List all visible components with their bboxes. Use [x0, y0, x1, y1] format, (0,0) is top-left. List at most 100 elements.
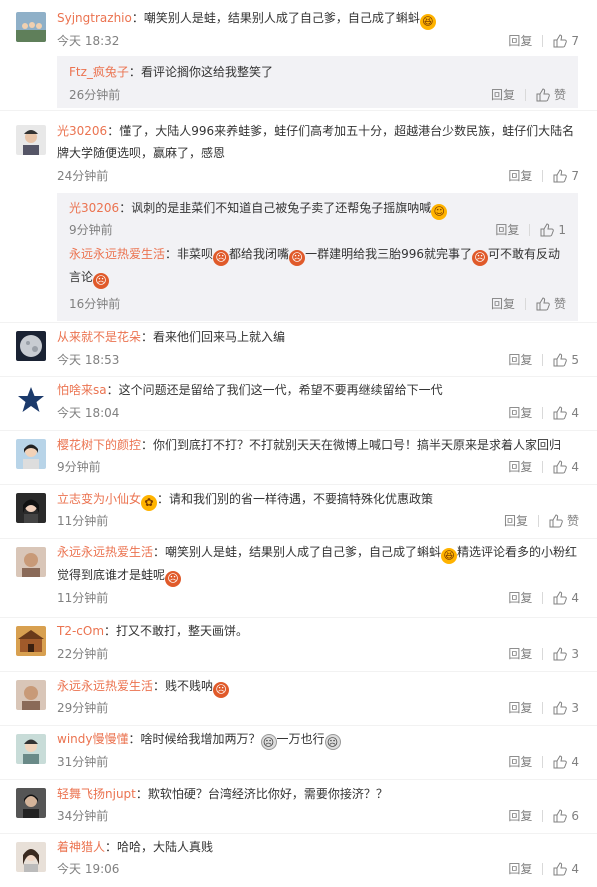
username-link[interactable]: Syjngtrazhio — [57, 11, 132, 25]
comment-item: Syjngtrazhio：嘲笑别人是蛙，结果别人成了自己爹，自己成了蝌蚪 😆 今天… — [0, 0, 597, 111]
like-button[interactable]: 4 — [553, 755, 579, 769]
thumbs-up-icon — [553, 808, 568, 822]
reply-button[interactable]: 回复 — [508, 860, 532, 877]
like-button[interactable]: 4 — [553, 591, 579, 605]
username-link[interactable]: 樱花树下的颜控 — [57, 438, 141, 452]
comment-actions: 回复 7 — [508, 167, 579, 184]
like-button[interactable]: 5 — [553, 353, 579, 367]
avatar[interactable] — [16, 734, 46, 764]
comment-actions: 回复 1 — [495, 221, 566, 238]
username-link[interactable]: 光30206 — [69, 201, 119, 215]
comment-actions: 回复 赞 — [491, 295, 566, 312]
comment-actions: 回复 7 — [508, 32, 579, 49]
username-link[interactable]: 从来就不是花朵 — [57, 330, 141, 344]
like-button[interactable]: 4 — [553, 862, 579, 876]
comment-actions: 回复 3 — [508, 645, 579, 662]
like-button[interactable]: 赞 — [536, 295, 566, 312]
reply-button[interactable]: 回复 — [508, 753, 532, 770]
username-link[interactable]: 立志变为小仙女 — [57, 492, 141, 506]
comment-time: 今天 18:04 — [57, 406, 120, 420]
like-button[interactable]: 4 — [553, 406, 579, 420]
username-link[interactable]: Ftz_疯兔子 — [69, 65, 129, 79]
avatar[interactable] — [16, 12, 46, 42]
divider — [542, 406, 544, 419]
reply-button[interactable]: 回复 — [504, 512, 528, 529]
shocked-emoji-icon: ☹ — [260, 734, 277, 750]
username-link[interactable]: 着神猎人 — [57, 840, 105, 854]
comment-text: 着神猎人：哈哈，大陆人真贱 — [57, 840, 214, 854]
comment-text: Syjngtrazhio：嘲笑别人是蛙，结果别人成了自己爹，自己成了蝌蚪 😆 — [57, 7, 579, 30]
thumbs-up-icon — [553, 352, 568, 366]
avatar[interactable] — [16, 493, 46, 523]
thumbs-up-icon — [536, 87, 550, 101]
reply-button[interactable]: 回复 — [508, 589, 532, 606]
avatar[interactable] — [16, 125, 46, 155]
reply-button[interactable]: 回复 — [508, 167, 532, 184]
like-button[interactable]: 赞 — [549, 512, 579, 529]
like-button[interactable]: 6 — [553, 809, 579, 823]
avatar[interactable] — [16, 385, 46, 415]
comment-time: 9分钟前 — [57, 460, 101, 474]
divider — [542, 169, 544, 182]
username-link[interactable]: 永远永远热爱生活 — [57, 679, 153, 693]
avatar[interactable] — [16, 331, 46, 361]
comment-actions: 回复 4 — [508, 458, 579, 475]
fairy-badge-icon: ✿ — [141, 495, 158, 511]
like-button[interactable]: 4 — [553, 460, 579, 474]
sub-comment: 光30206：讽刺的是韭菜们不知道自己被兔子卖了还帮兔子摇旗呐喊 ☺ 9分钟前 回… — [57, 193, 578, 243]
username-link[interactable]: 永远永远热爱生活 — [69, 247, 165, 261]
divider — [524, 297, 526, 310]
like-button[interactable]: 赞 — [536, 86, 566, 103]
username-link[interactable]: 光30206 — [57, 124, 107, 138]
comment-text: T2-cOm：打又不敢打，整天画饼。 — [57, 624, 249, 638]
username-link[interactable]: windy慢慢懂 — [57, 732, 128, 746]
laugh-emoji-icon: 😆 — [441, 548, 458, 564]
like-button[interactable]: 3 — [553, 701, 579, 715]
angry-emoji-icon: ☹ — [471, 250, 488, 266]
like-button[interactable]: 7 — [553, 34, 579, 48]
avatar[interactable] — [16, 439, 46, 469]
comment-text: 轻舞飞扬njupt：欺软怕硬？台湾经济比你好，需要你接济？？ — [57, 787, 388, 801]
avatar[interactable] — [16, 680, 46, 710]
angry-emoji-icon: ☹ — [93, 273, 110, 289]
username-link[interactable]: T2-cOm — [57, 624, 104, 638]
divider — [529, 223, 531, 236]
comment-text: 樱花树下的颜控：你们到底打不打？不打就别天天在微博上喊口号！搞半天原来是求着人家… — [57, 438, 562, 452]
avatar[interactable] — [16, 842, 46, 872]
thumbs-up-icon — [540, 222, 555, 236]
reply-button[interactable]: 回复 — [508, 458, 532, 475]
thumbs-up-icon — [553, 646, 568, 660]
reply-button[interactable]: 回复 — [491, 86, 515, 103]
comment-actions: 回复 4 — [508, 404, 579, 421]
thumbs-up-icon — [553, 168, 568, 182]
username-link[interactable]: 怕啥来sa — [57, 383, 107, 397]
shocked-emoji-icon: ☹ — [324, 734, 341, 750]
username-link[interactable]: 永远永远热爱生活 — [57, 545, 153, 559]
comment-time: 今天 19:06 — [57, 862, 120, 876]
comment-text: 光30206：讽刺的是韭菜们不知道自己被兔子卖了还帮兔子摇旗呐喊 ☺ — [69, 197, 566, 220]
comment-actions: 回复 4 — [508, 753, 579, 770]
divider — [542, 591, 544, 604]
username-link[interactable]: 轻舞飞扬njupt — [57, 787, 136, 801]
avatar[interactable] — [16, 547, 46, 577]
like-button[interactable]: 1 — [540, 223, 566, 237]
divider — [542, 862, 544, 875]
reply-button[interactable]: 回复 — [508, 32, 532, 49]
reply-button[interactable]: 回复 — [495, 221, 519, 238]
reply-button[interactable]: 回复 — [508, 699, 532, 716]
reply-button[interactable]: 回复 — [508, 645, 532, 662]
reply-button[interactable]: 回复 — [508, 404, 532, 421]
like-button[interactable]: 3 — [553, 647, 579, 661]
reply-button[interactable]: 回复 — [508, 351, 532, 368]
divider — [542, 34, 544, 47]
like-button[interactable]: 7 — [553, 169, 579, 183]
reply-button[interactable]: 回复 — [491, 295, 515, 312]
angry-emoji-icon: ☹ — [165, 571, 182, 587]
avatar[interactable] — [16, 626, 46, 656]
avatar[interactable] — [16, 788, 46, 818]
angry-emoji-icon: ☹ — [289, 250, 306, 266]
divider — [542, 460, 544, 473]
reply-button[interactable]: 回复 — [508, 807, 532, 824]
divider — [524, 88, 526, 101]
thumbs-up-icon — [553, 861, 568, 875]
